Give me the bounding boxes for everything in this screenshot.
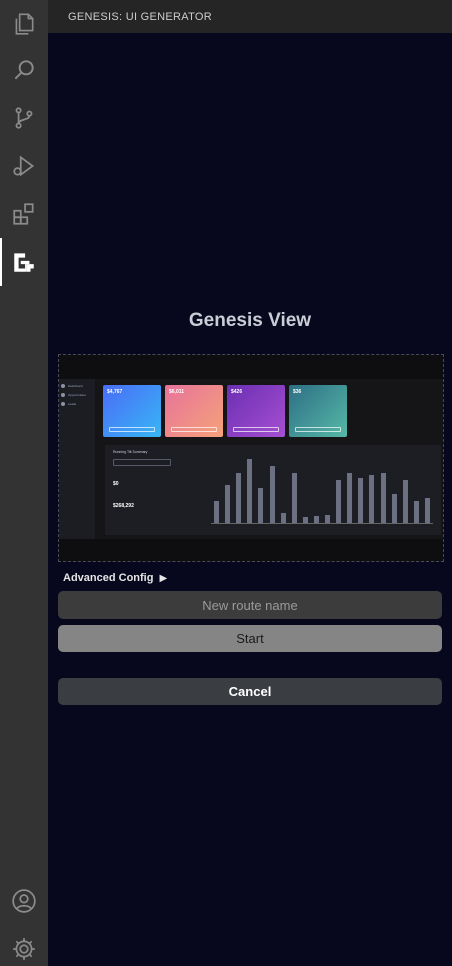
preview-bar (236, 472, 242, 523)
preview-money: $268,292 (113, 503, 134, 509)
start-button[interactable]: Start (58, 625, 442, 652)
search-icon[interactable] (0, 46, 48, 94)
preview-bar (369, 475, 375, 523)
sidebar: GENESIS: UI GENERATOR Genesis View Dashb… (48, 0, 452, 966)
account-icon[interactable] (0, 877, 48, 925)
preview-money: $0 (113, 481, 119, 487)
preview-panel: Running Tilt Summary $0 $268,292 (105, 445, 441, 535)
preview-nav-item: Dashboard (61, 383, 91, 389)
preview-bar (358, 477, 364, 523)
preview-select (113, 459, 171, 466)
preview-screenshot: Dashboard Opportunities Leads $4,767 $6,… (59, 379, 443, 539)
preview-bar (380, 472, 386, 523)
preview-card: $4,767 (103, 385, 161, 437)
view-title: Genesis View (188, 310, 312, 331)
files-icon[interactable] (0, 0, 48, 48)
triangle-right-icon: ▶ (159, 572, 168, 584)
preview-image: Dashboard Opportunities Leads $4,767 $6,… (58, 354, 444, 562)
preview-bar (247, 458, 253, 523)
preview-bar (402, 479, 408, 523)
preview-bar (302, 517, 308, 523)
genesis-icon[interactable] (0, 238, 48, 286)
preview-nav: Dashboard Opportunities Leads (59, 379, 95, 539)
preview-card: $6,011 (165, 385, 223, 437)
advanced-config-label: Advanced Config (63, 572, 154, 584)
preview-bar (413, 500, 419, 523)
preview-nav-item: Opportunities (61, 392, 91, 398)
source-control-icon[interactable] (0, 94, 48, 142)
preview-panel-title: Running Tilt Summary (113, 450, 148, 454)
preview-bar (391, 493, 397, 523)
advanced-config-toggle[interactable]: Advanced Config ▶ (63, 572, 167, 584)
preview-bar (225, 484, 231, 523)
preview-bar (214, 500, 220, 523)
preview-nav-item: Leads (61, 401, 91, 407)
preview-bar (347, 472, 353, 523)
run-debug-icon[interactable] (0, 142, 48, 190)
preview-bar (258, 488, 264, 523)
sidebar-title: GENESIS: UI GENERATOR (48, 0, 452, 33)
preview-bar (269, 465, 275, 523)
preview-bar (291, 472, 297, 523)
preview-bar (336, 479, 342, 523)
preview-bar (424, 497, 430, 523)
extensions-icon[interactable] (0, 190, 48, 238)
preview-card: $36 (289, 385, 347, 437)
preview-bar (313, 516, 319, 523)
route-name-input[interactable] (58, 591, 442, 619)
preview-card: $426 (227, 385, 285, 437)
preview-bar-chart (211, 453, 433, 523)
activity-bar (0, 0, 48, 966)
cancel-button[interactable]: Cancel (58, 678, 442, 705)
preview-bar (280, 513, 286, 523)
settings-gear-icon[interactable] (0, 925, 48, 966)
preview-bar (325, 514, 331, 523)
